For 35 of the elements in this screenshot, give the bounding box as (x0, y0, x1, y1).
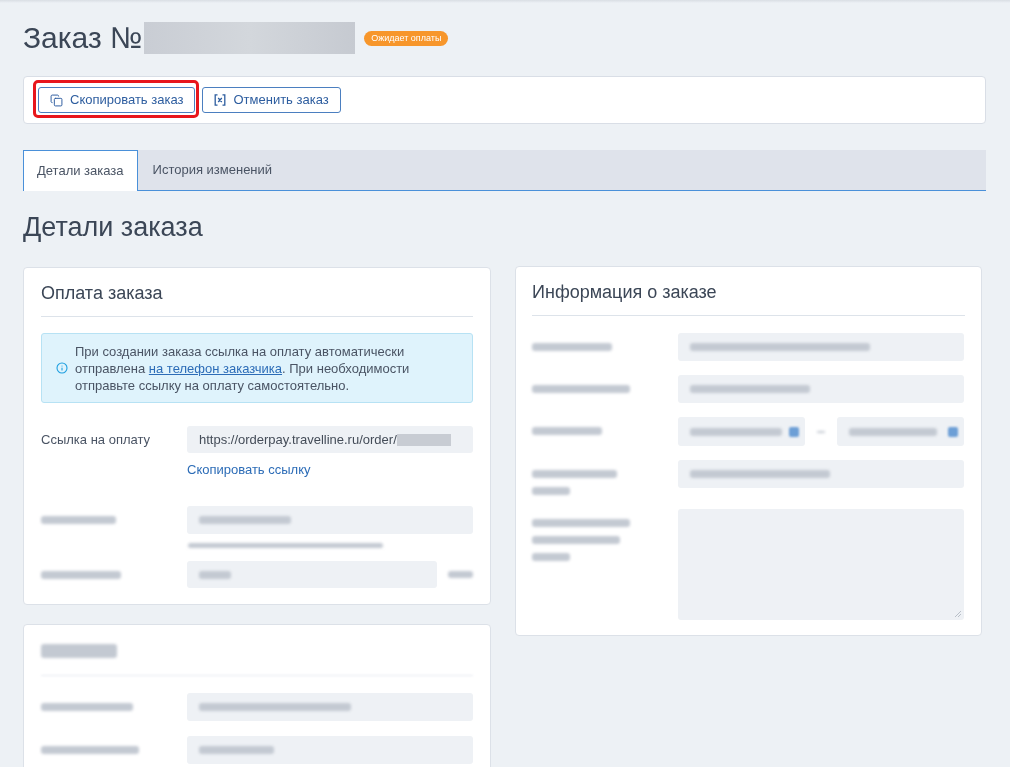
copy-order-button[interactable]: Скопировать заказ (38, 87, 196, 113)
tab[interactable]: Детали заказа (23, 150, 138, 191)
blurred-text (448, 571, 473, 578)
input-field[interactable] (678, 375, 964, 403)
cancel-order-button[interactable]: Отменить заказ (202, 87, 341, 113)
copy-icon (50, 93, 63, 107)
input-field[interactable] (678, 460, 964, 488)
card-title: Информация о заказе (532, 281, 718, 304)
calendar-icon[interactable] (948, 426, 958, 437)
input-field[interactable] (837, 417, 964, 446)
input-field[interactable] (678, 333, 964, 361)
copy-link[interactable]: Скопировать ссылку (187, 461, 473, 479)
page-title: Заказ № (23, 22, 143, 54)
resize-grip-icon (955, 611, 961, 617)
redacted-block (396, 433, 451, 446)
info-icon (56, 362, 68, 374)
status-badge: Ожидает оплаты (364, 30, 449, 46)
field-label: Ссылка на оплату (41, 431, 152, 449)
blurred-text (532, 487, 570, 495)
input-field[interactable] (187, 561, 437, 588)
input-field[interactable] (678, 417, 805, 446)
card-title: Оплата заказа (41, 282, 164, 305)
text-area[interactable] (678, 509, 964, 620)
section-heading: Детали заказа (23, 212, 204, 242)
calendar-icon[interactable] (789, 426, 799, 437)
blurred-text (532, 553, 570, 561)
input-field[interactable] (187, 506, 473, 534)
input-field[interactable] (187, 693, 473, 721)
link-field[interactable]: https://orderpay.travelline.ru/order/ (187, 426, 473, 453)
input-field[interactable] (187, 736, 473, 764)
notice-text: При создании заказа ссылка на оплату автоматически отправлена на телефон заказчика. При необходимости отправьте ссылку на оплату самостоятельно. (75, 342, 411, 394)
blurred-text (532, 427, 602, 435)
bracket-x-icon (214, 94, 227, 106)
blurred-text (199, 570, 231, 579)
tab[interactable]: История изменений (137, 150, 288, 190)
